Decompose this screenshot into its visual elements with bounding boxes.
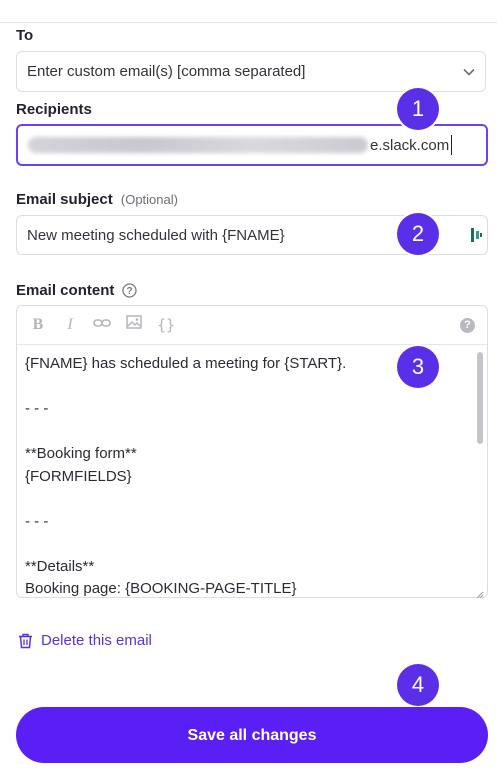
variable-icon[interactable]: {} (155, 314, 177, 336)
chevron-down-icon (463, 63, 475, 80)
content-line: - - - (25, 400, 49, 417)
top-divider (0, 22, 497, 23)
step-badge-1: 1 (397, 88, 439, 130)
redacted-email (28, 137, 368, 153)
to-select[interactable]: Enter custom email(s) [comma separated] (16, 51, 486, 92)
subject-optional-text: (Optional) (120, 192, 178, 207)
text-caret (451, 135, 453, 155)
link-icon[interactable] (91, 314, 113, 336)
to-select-value: Enter custom email(s) [comma separated] (27, 63, 306, 80)
recipients-value-suffix: e.slack.com (370, 136, 450, 154)
subject-label-text: Email subject (16, 191, 113, 208)
content-label-text: Email content (16, 282, 115, 299)
content-line (25, 533, 477, 556)
help-icon[interactable]: ? (460, 318, 475, 333)
step-badge-2: 2 (397, 213, 439, 255)
info-icon[interactable]: ? (122, 283, 138, 298)
to-label: To (16, 27, 34, 44)
content-line: - - - (25, 512, 49, 530)
subject-label: Email subject (Optional) (16, 191, 178, 208)
italic-icon[interactable]: I (59, 314, 81, 336)
content-label: Email content ? (16, 282, 138, 299)
variable-insert-icon[interactable] (470, 227, 484, 248)
save-all-changes-button[interactable]: Save all changes (16, 707, 488, 763)
delete-email-label: Delete this email (41, 632, 152, 649)
step-badge-4: 4 (397, 664, 439, 706)
trash-icon (18, 633, 33, 649)
recipients-input[interactable]: e.slack.com (16, 124, 488, 166)
resize-handle-icon[interactable] (476, 586, 484, 599)
content-line: Booking page: {BOOKING-PAGE-TITLE} (25, 580, 297, 597)
step-badge-3: 3 (397, 346, 439, 388)
content-line: **Booking form** (25, 445, 137, 462)
editor-toolbar: B I {} ? (17, 306, 487, 345)
content-line: **Details** (25, 557, 95, 575)
content-line: {FORMFIELDS} (25, 467, 132, 485)
editor-scrollbar[interactable] (477, 352, 483, 444)
delete-email-link[interactable]: Delete this email (18, 632, 152, 649)
content-line (25, 488, 477, 511)
svg-text:?: ? (127, 286, 133, 297)
image-icon[interactable] (123, 314, 145, 336)
bold-icon[interactable]: B (27, 314, 49, 336)
recipients-label: Recipients (16, 101, 92, 118)
subject-value: New meeting scheduled with {FNAME} (27, 226, 285, 244)
content-line (25, 421, 477, 444)
